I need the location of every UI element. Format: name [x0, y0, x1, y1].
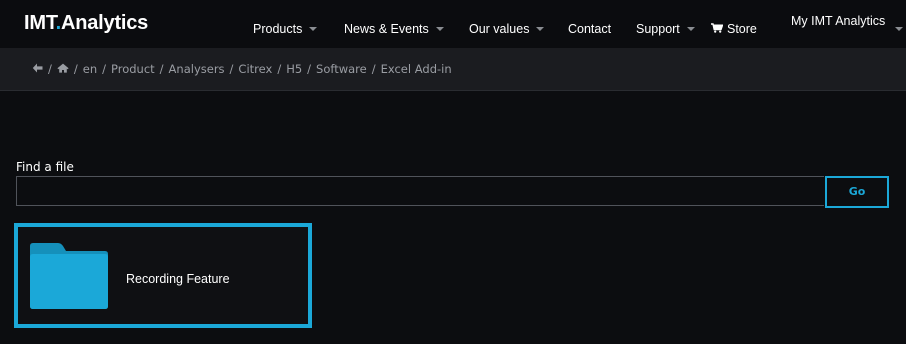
breadcrumb-separator: / — [102, 62, 106, 76]
breadcrumb-item-software[interactable]: Software — [316, 62, 367, 76]
logo-main: IMT — [24, 12, 56, 34]
breadcrumb-separator: / — [307, 62, 312, 76]
folder-name: Recording Feature — [126, 272, 230, 286]
chevron-down-icon — [686, 26, 695, 31]
nav-news-events[interactable]: News & Events — [344, 21, 444, 37]
breadcrumb-separator: / — [371, 62, 376, 76]
nav-contact[interactable]: Contact — [568, 21, 611, 37]
breadcrumb-item-product[interactable]: Product — [111, 62, 155, 76]
find-file-label: Find a file — [16, 160, 74, 174]
folder-icon — [28, 242, 110, 310]
nav-store[interactable]: Store — [711, 21, 757, 38]
folder-tile[interactable]: Recording Feature — [14, 223, 312, 328]
chevron-down-icon — [895, 27, 903, 31]
breadcrumb-separator: / — [277, 62, 282, 76]
breadcrumb-separator: / — [48, 62, 52, 76]
breadcrumb-item-h5[interactable]: H5 — [286, 62, 302, 76]
nav-support-label: Support — [636, 22, 680, 36]
search-input[interactable] — [16, 176, 824, 206]
breadcrumb-separator: / — [159, 62, 164, 76]
nav-store-label: Store — [727, 22, 757, 36]
home-icon[interactable] — [57, 61, 69, 77]
logo-rest: Analytics — [60, 12, 149, 34]
chevron-down-icon — [435, 26, 444, 31]
nav-our-values-label: Our values — [469, 22, 530, 36]
breadcrumb-trail: / / en / Product / Analysers / Citrex / H5 / Softwa… — [32, 61, 452, 78]
breadcrumb-item-excel-add-in[interactable]: Excel Add-in — [381, 62, 452, 76]
breadcrumb-item-citrex[interactable]: Citrex — [238, 62, 272, 76]
back-arrow-icon[interactable] — [32, 61, 43, 77]
top-navigation: IMT.Analytics Products News & Events Our… — [0, 0, 906, 48]
nav-support[interactable]: Support — [636, 21, 695, 37]
nav-my-account[interactable]: My IMT Analytics — [791, 13, 906, 45]
breadcrumb-item-analysers[interactable]: Analysers — [169, 62, 225, 76]
cart-icon — [711, 21, 724, 37]
breadcrumb-separator: / — [73, 62, 78, 76]
nav-products[interactable]: Products — [253, 21, 318, 37]
breadcrumb-separator: / — [229, 62, 234, 76]
search-bar: Go — [16, 176, 890, 208]
nav-our-values[interactable]: Our values — [469, 21, 545, 37]
chevron-down-icon — [309, 26, 318, 31]
go-button[interactable]: Go — [825, 176, 889, 208]
page: IMT.Analytics Products News & Events Our… — [0, 0, 906, 344]
nav-my-account-label: My IMT Analytics — [791, 14, 886, 28]
nav-news-events-label: News & Events — [344, 22, 429, 36]
nav-contact-label: Contact — [568, 22, 612, 36]
nav-products-label: Products — [253, 22, 303, 36]
chevron-down-icon — [536, 26, 545, 31]
breadcrumb: / / en / Product / Analysers / Citrex / H5 / Softwa… — [0, 48, 906, 91]
logo[interactable]: IMT.Analytics — [24, 11, 148, 35]
breadcrumb-item-en[interactable]: en — [83, 62, 97, 76]
